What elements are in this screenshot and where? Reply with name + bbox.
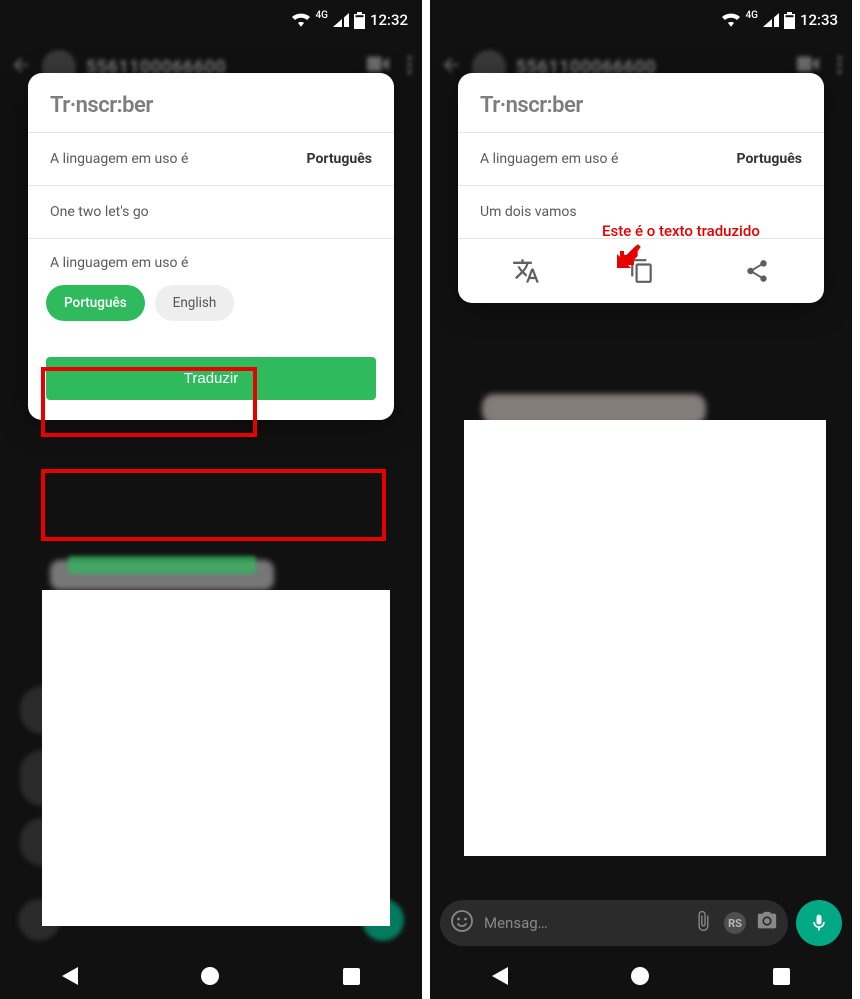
- signal-icon: [763, 13, 779, 27]
- status-time: 12:33: [800, 11, 838, 29]
- translate-button[interactable]: Traduzir: [46, 357, 376, 400]
- nav-home[interactable]: [201, 967, 219, 985]
- annotation-text: Este é o texto traduzido: [602, 222, 760, 240]
- nav-back[interactable]: [62, 967, 78, 985]
- compose-placeholder: Mensag…: [484, 914, 682, 932]
- language-chips: Português English: [28, 275, 394, 335]
- chip-english[interactable]: English: [155, 285, 235, 321]
- attach-icon[interactable]: [692, 910, 714, 936]
- menu-icon[interactable]: [407, 56, 412, 78]
- language-value: Português: [307, 151, 372, 167]
- sticker-rs-icon[interactable]: RS: [724, 912, 746, 934]
- popup-title: Tr·nscr:ber: [480, 93, 802, 118]
- phone-screenshot-right: 4G 12:33 5561100066600 Tr·nscr:ber A lin…: [426, 0, 852, 999]
- transcribed-text: One two let's go: [28, 186, 394, 239]
- android-nav-bar: [0, 953, 422, 999]
- network-label: 4G: [745, 10, 758, 21]
- highlight-box-translate: [41, 469, 386, 541]
- language-value: Português: [737, 151, 802, 167]
- network-label: 4G: [315, 10, 328, 21]
- share-icon[interactable]: [744, 258, 770, 288]
- android-nav-bar: [430, 953, 852, 999]
- chip-portuguese[interactable]: Português: [46, 285, 145, 321]
- language-label: A linguagem em uso é: [50, 151, 188, 167]
- emoji-icon[interactable]: [450, 909, 474, 937]
- wifi-icon: [722, 13, 740, 27]
- battery-icon: [784, 12, 795, 29]
- wifi-icon: [292, 13, 310, 27]
- nav-recent[interactable]: [343, 968, 360, 985]
- nav-back[interactable]: [492, 967, 508, 985]
- battery-icon: [354, 12, 365, 29]
- translate-icon[interactable]: [512, 257, 540, 289]
- phone-screenshot-left: 4G 12:32 5561100066600 Tr·nscr:ber A: [0, 0, 426, 999]
- signal-icon: [333, 13, 349, 27]
- camera-icon[interactable]: [756, 910, 778, 936]
- annotation-arrow-icon: [614, 243, 642, 275]
- compose-input-pill[interactable]: Mensag… RS: [440, 900, 788, 946]
- status-bar: 4G 12:32: [0, 0, 422, 40]
- status-time: 12:32: [370, 11, 408, 29]
- mic-button[interactable]: [796, 900, 842, 946]
- compose-bar: Mensag… RS: [440, 899, 842, 947]
- menu-icon[interactable]: [837, 56, 842, 78]
- status-bar: 4G 12:33: [430, 0, 852, 40]
- target-lang-label: A linguagem em uso é: [28, 239, 394, 275]
- white-mask-area: [464, 420, 826, 856]
- nav-home[interactable]: [631, 967, 649, 985]
- bg-button-blur: [68, 556, 256, 574]
- white-mask-area: [42, 590, 390, 926]
- language-label: A linguagem em uso é: [480, 151, 618, 167]
- nav-recent[interactable]: [773, 968, 790, 985]
- transcriber-popup: Tr·nscr:ber A linguagem em uso é Portugu…: [28, 73, 394, 420]
- popup-title: Tr·nscr:ber: [50, 93, 372, 118]
